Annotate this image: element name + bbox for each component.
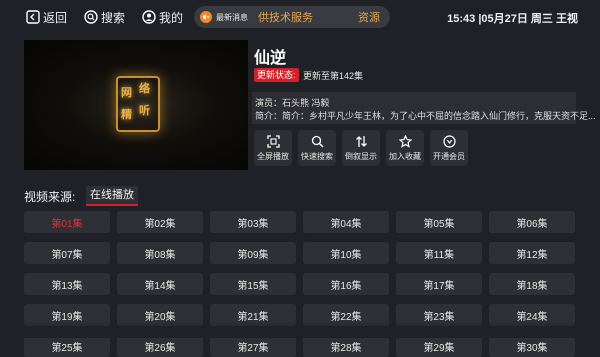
- episode-button[interactable]: 第06集: [489, 211, 575, 233]
- poster-logo-glyph: 听: [139, 105, 150, 117]
- tab-online-play[interactable]: 在线播放: [86, 186, 138, 206]
- episode-button[interactable]: 第04集: [303, 211, 389, 233]
- reverse-order-label: 倒叙显示: [345, 151, 377, 161]
- news-label: 最新消息: [216, 12, 248, 22]
- episode-button[interactable]: 第07集: [24, 242, 110, 264]
- news-ticker[interactable]: 最新消息 供技术服务 资源: [194, 6, 390, 28]
- episode-button[interactable]: 第13集: [24, 273, 110, 295]
- episode-button[interactable]: 第18集: [489, 273, 575, 295]
- episode-button[interactable]: 第16集: [303, 273, 389, 295]
- poster-logo-glyph: 精: [121, 109, 132, 121]
- poster-logo-glyph: 网: [121, 87, 132, 99]
- status-badge: 更新状态:: [254, 68, 299, 82]
- reverse-order-button[interactable]: 倒叙显示: [342, 130, 380, 166]
- video-source-label: 视频来源:: [24, 190, 76, 204]
- episode-button[interactable]: 第09集: [210, 242, 296, 264]
- episode-button[interactable]: 第11集: [396, 242, 482, 264]
- quick-search-button[interactable]: 快速搜索: [298, 130, 336, 166]
- back-button[interactable]: 返回: [26, 7, 67, 27]
- fullscreen-label: 全屏播放: [257, 151, 289, 161]
- cast-line: 演员：石头熊 冯毅: [255, 98, 330, 108]
- news-text-secondary: 资源: [358, 12, 380, 24]
- clock: 15:43 |05月27日 周三 王视: [447, 13, 578, 25]
- star-icon: [398, 134, 412, 148]
- episode-button[interactable]: 第03集: [210, 211, 296, 233]
- mine-label: 我的: [159, 10, 184, 25]
- search-label: 搜索: [101, 10, 126, 25]
- episode-button[interactable]: 第30集: [489, 335, 575, 357]
- episode-button[interactable]: 第17集: [396, 273, 482, 295]
- quick-search-label: 快速搜索: [301, 151, 333, 161]
- mine-button[interactable]: 我的: [142, 7, 183, 27]
- page-title: 仙逆: [254, 50, 287, 67]
- episode-button[interactable]: 第28集: [303, 335, 389, 357]
- vip-icon: [442, 134, 456, 148]
- episode-button[interactable]: 第05集: [396, 211, 482, 233]
- episode-button[interactable]: 第10集: [303, 242, 389, 264]
- bottom-fade: [0, 320, 600, 338]
- sort-icon: [355, 135, 368, 148]
- episode-button[interactable]: 第12集: [489, 242, 575, 264]
- news-text: 供技术服务: [258, 12, 313, 24]
- search-icon: [84, 10, 98, 24]
- back-icon: [26, 10, 40, 24]
- poster-logo-glyph: 络: [139, 83, 150, 95]
- back-label: 返回: [43, 10, 68, 25]
- episode-button[interactable]: 第08集: [117, 242, 203, 264]
- vip-button[interactable]: 开通会员: [430, 130, 468, 166]
- episode-button[interactable]: 第25集: [24, 335, 110, 357]
- poster-logo: 网 络 精 听: [116, 76, 160, 132]
- episode-button[interactable]: 第14集: [117, 273, 203, 295]
- episode-button[interactable]: 第02集: [117, 211, 203, 233]
- intro-line: 简介：简介：乡村平凡少年王林，为了心中不屈的信念踏入仙门修行，克服天资不足...: [255, 111, 596, 121]
- vip-label: 开通会员: [433, 151, 465, 161]
- search-icon: [311, 135, 324, 148]
- fullscreen-button[interactable]: 全屏播放: [254, 130, 292, 166]
- user-icon: [142, 10, 156, 24]
- info-box: 演员：石头熊 冯毅 简介：简介：乡村平凡少年王林，为了心中不屈的信念踏入仙门修行…: [252, 92, 596, 124]
- poster-image: 网 络 精 听: [24, 40, 248, 170]
- favorite-label: 加入收藏: [389, 151, 421, 161]
- search-button[interactable]: 搜索: [84, 7, 125, 27]
- episode-button[interactable]: 第15集: [210, 273, 296, 295]
- status-text: 更新至第142集: [303, 71, 364, 81]
- fullscreen-icon: [266, 134, 280, 148]
- episode-button[interactable]: 第26集: [117, 335, 203, 357]
- megaphone-icon: [200, 11, 212, 23]
- episode-button[interactable]: 第27集: [210, 335, 296, 357]
- action-bar: 全屏播放 快速搜索 倒叙显示 加入收藏 开通会员: [254, 130, 468, 166]
- episode-button[interactable]: 第29集: [396, 335, 482, 357]
- top-bar: 返回 搜索 我的 最新消息 供技术服务 资源 15:43 |05月27日 周三 …: [0, 0, 600, 34]
- favorite-button[interactable]: 加入收藏: [386, 130, 424, 166]
- episode-button[interactable]: 第01集: [24, 211, 110, 233]
